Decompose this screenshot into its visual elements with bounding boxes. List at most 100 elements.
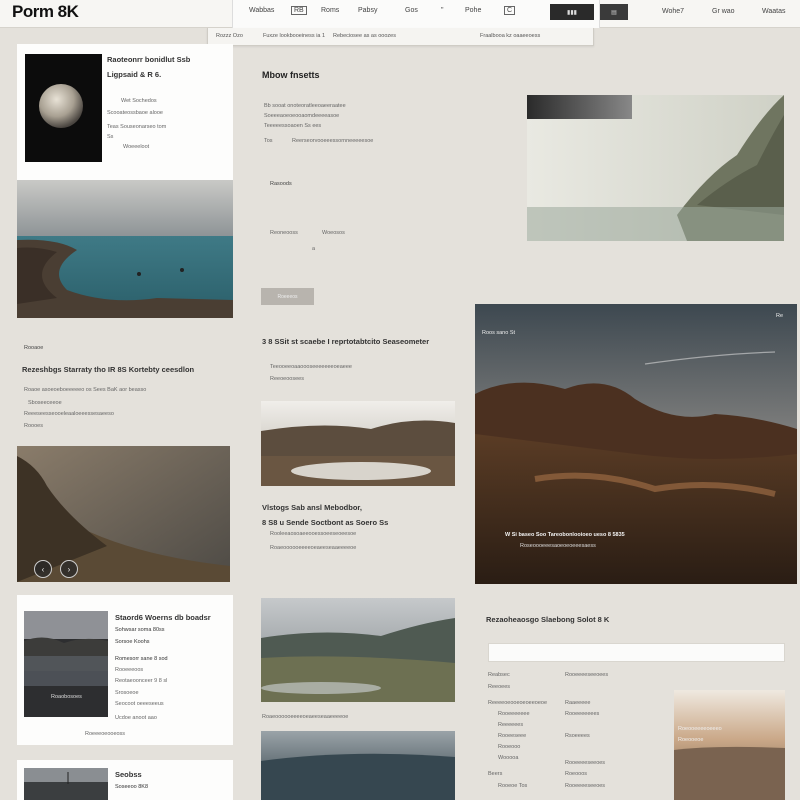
mid-label: Rasoods: [270, 181, 292, 187]
left-line-3: Reeeseesseooeleaaloeeessesaeeso: [24, 411, 114, 417]
article-card-line-3: Srosoeoe: [115, 690, 139, 696]
feature-caption: W Si baseo Soo Tareobonlooioeo ueso 8 58…: [505, 532, 625, 538]
article-card-tag: Romesorr sane 8 sod: [115, 656, 168, 662]
br-col1-2: Reeoees: [488, 684, 511, 690]
nav-item-1[interactable]: Wabbas: [249, 7, 274, 14]
sub-nav-bar: Rozzz Ozo Fuxze lookbooeiness ia 1 Rebec…: [207, 28, 594, 46]
nav-item-7[interactable]: Pohe: [465, 7, 481, 14]
feature-mountain-image[interactable]: [475, 304, 797, 584]
sub-nav-item-1[interactable]: Rozzz Ozo: [216, 33, 243, 39]
mini-card-sub: Soseeoo 8K8: [115, 784, 149, 790]
site-logo[interactable]: Porm 8K: [12, 2, 79, 22]
br-col1-10: Beers: [488, 771, 503, 777]
header-link-2[interactable]: Gr wao: [712, 8, 735, 15]
feature-tag: Roos sano St: [482, 330, 516, 336]
mid-section-line-1: Teeooeeoaaoooseeeeeeeoeaeee: [270, 364, 352, 370]
br-col1-3: Reeeeoeooeoeoeeoeoe: [488, 700, 548, 706]
next-arrow-icon[interactable]: ›: [60, 560, 78, 578]
mid-line-1: Bb sooat onoteoratleeoaeeraatee: [264, 103, 346, 109]
nav-dark-button[interactable]: ▤: [600, 4, 628, 20]
br-col1-8: Wooooa: [498, 755, 519, 761]
br-col1-6: Rooeeseee: [498, 733, 527, 739]
nav-item-2[interactable]: RB: [291, 6, 307, 15]
sub-nav-item-2[interactable]: Fuxze lookbooeiness ia 1: [263, 33, 325, 39]
mid-text-line-2: Roaeoooooeeeeoeaeeseaaeeeeoe: [270, 545, 357, 551]
sunset-coast-image[interactable]: [674, 690, 785, 800]
left-line-1: Roaoe asoeoeboeeeeeo os Sees BaK aor bea…: [24, 387, 147, 393]
sea-image[interactable]: [261, 731, 455, 800]
br-col1-5: Reeeeees: [498, 722, 524, 728]
left-heading: Rezeshbgs Starraty tho IR 8S Kortebty ce…: [22, 365, 195, 374]
mid-sub-2: Reerseorvooeeessornneeeeesoe: [292, 138, 374, 144]
nav-item-4[interactable]: Pabsy: [358, 7, 377, 14]
left-tag: Rooaoe: [24, 345, 44, 351]
mid-text-heading-1: Vlstogs Sab ansl Mebodbor,: [262, 503, 363, 512]
profile-link[interactable]: Woeeeloot: [123, 144, 149, 150]
article-card-line-1: Rooeeeoos: [115, 667, 144, 673]
nav-thumbnail[interactable]: ▮▮▮: [550, 4, 594, 20]
br-col2-2: Raaeeeee: [565, 700, 591, 706]
bottom-right-heading: Rezaoheaosgo Slaebong Solot 8 K: [486, 615, 610, 624]
profile-title: Raoteonrr bonidlut Ssb: [107, 55, 191, 64]
article-card-subtitle: Sohwsar soma 80ss: [115, 627, 165, 633]
nav-item-3[interactable]: Roms: [321, 7, 339, 14]
nav-item-6[interactable]: ": [441, 7, 444, 14]
search-input[interactable]: [488, 643, 785, 662]
sunset-caption-1: Roeooeeeeoeeeo: [678, 726, 722, 732]
profile-line-2: Scooateossbaoe alooe: [107, 110, 163, 116]
br-col1-4: Rooeeeeeee: [498, 711, 530, 717]
mid-line-3: Teeeeessoaoen Ss ees: [264, 123, 322, 129]
feature-tag-right: Re: [776, 313, 784, 319]
br-col1-7: Rooeooo: [498, 744, 521, 750]
feature-caption-2: Roseoooeeesaoeoeoeeesaess: [520, 543, 596, 549]
reflection-image[interactable]: [261, 401, 455, 486]
mid-sub-1: Tos: [264, 138, 273, 144]
header-link-3[interactable]: Waatas: [762, 8, 785, 15]
moon-image: [25, 54, 102, 162]
profile-card: Raoteonrr bonidlut Ssb Ligpsaid & R 6. W…: [17, 44, 233, 180]
mid-stat-1: Reoneooss: [270, 230, 298, 236]
mid-section-heading: 3 8 SSit st scaebe I reprtotabtcito Seas…: [262, 337, 430, 346]
mid-section-line-2: Reeoeoosees: [270, 376, 304, 382]
br-col2-6: Roeooos: [565, 771, 588, 777]
nav-grid-icon[interactable]: C: [504, 6, 516, 15]
mini-card-image[interactable]: [24, 768, 108, 800]
profile-subtitle: Ligpsaid & R 6.: [107, 70, 162, 79]
mini-card: Seobss Soseeoo 8K8: [17, 760, 233, 800]
br-col2-7: Rooeeeeseeoes: [565, 783, 606, 789]
article-card-footer: Roeeeoeooeoss: [85, 731, 126, 737]
lake-image[interactable]: [17, 180, 233, 318]
left-footer: Roooes: [24, 423, 43, 429]
profile-line-3: Teas Souseonarseo tom: [107, 124, 167, 130]
header-link-1[interactable]: Wohe7: [662, 8, 684, 15]
moorland-image[interactable]: [261, 598, 455, 702]
br-col1-9: Rooeoe Tos: [498, 783, 528, 789]
mid-stat-3: a: [312, 246, 316, 252]
prev-arrow-icon[interactable]: ‹: [34, 560, 52, 578]
article-card-line-5: Ucdoe anoot aao: [115, 715, 157, 721]
main-nav: Wabbas RB Roms Pabsy Gos " Pohe C: [232, 0, 600, 28]
article-card-line-4: Seocoot oeeeseeus: [115, 701, 164, 707]
sunset-caption-2: Roeooeoe: [678, 737, 704, 743]
profile-line-1: Wet Sochedos: [121, 98, 157, 104]
article-card: Roaobosoes Staord6 Woerns db boadsr Sohw…: [17, 595, 233, 745]
foggy-coast-image[interactable]: [527, 95, 784, 241]
mid-heading: Mbow fnsetts: [262, 70, 320, 80]
mid-text-heading-2: 8 S8 u Sende Soctbont as Soero Ss: [262, 518, 389, 527]
moorland-caption: Roaeoooooeeeeoeaeeseaaeeeeoe: [262, 714, 349, 720]
sub-nav-item-3[interactable]: Rebeciosee as as ooozes: [333, 33, 396, 39]
br-col2-4: Rsoeeees: [565, 733, 590, 739]
article-card-sub2: Sorsoe Koohs: [115, 639, 150, 645]
br-col2-3: Rooeeeeeees: [565, 711, 600, 717]
mid-stat-2: Woeosos: [322, 230, 345, 236]
article-card-title: Staord6 Woerns db boadsr: [115, 613, 211, 622]
nav-item-5[interactable]: Gos: [405, 7, 418, 14]
article-card-line-2: Reotaeoonceer 9 8 sl: [115, 678, 168, 684]
mid-text-line-1: Rooleeaosoaeeooessoeeseoeesoe: [270, 531, 357, 537]
article-card-image[interactable]: [24, 611, 108, 717]
mini-card-title: Seobss: [115, 770, 142, 779]
article-card-image-caption: Roaobosoes: [51, 694, 82, 700]
mid-line-2: Soeeeaoeoeooaomdeeeeasoe: [264, 113, 340, 119]
sub-nav-item-4[interactable]: Fraalbooa kz oaaeeoess: [480, 33, 540, 39]
read-more-button[interactable]: Roeeeos: [261, 288, 314, 305]
